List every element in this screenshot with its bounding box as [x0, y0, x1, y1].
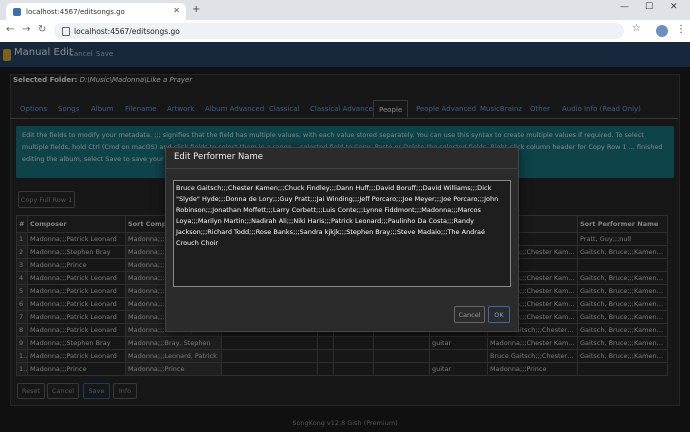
performer-name-textarea[interactable]: Bruce Gaitsch;;;Chester Kamen;;;Chuck Fi…	[173, 180, 511, 287]
site-info-icon[interactable]	[62, 27, 70, 36]
reload-icon[interactable]: ↻	[38, 24, 46, 35]
dialog-cancel-button[interactable]: Cancel	[454, 306, 485, 323]
browser-tab-title: localhost:4567/editsongs.go	[26, 7, 125, 16]
close-tab-icon[interactable]: ✕	[173, 6, 180, 15]
profile-avatar-icon[interactable]	[656, 25, 668, 37]
favicon-icon	[13, 8, 21, 16]
browser-tab[interactable]: localhost:4567/editsongs.go ✕	[6, 3, 186, 20]
dialog-divider	[165, 168, 517, 169]
dialog-ok-button[interactable]: OK	[488, 306, 510, 323]
maximize-icon[interactable]: ☐	[645, 2, 653, 12]
browser-tab-strip: localhost:4567/editsongs.go ✕ + — ☐ ✕	[0, 0, 690, 20]
minimize-icon[interactable]: —	[620, 2, 629, 12]
url-text: localhost:4567/editsongs.go	[74, 26, 180, 36]
forward-icon[interactable]: →	[22, 24, 30, 35]
close-window-icon[interactable]: ✕	[670, 2, 678, 12]
bookmark-star-icon[interactable]: ☆	[632, 23, 641, 34]
dialog-title: Edit Performer Name	[174, 152, 264, 162]
new-tab-icon[interactable]: +	[192, 4, 200, 15]
back-icon[interactable]: ←	[6, 24, 14, 35]
browser-menu-icon[interactable]: ⋮	[676, 24, 686, 35]
url-field[interactable]: localhost:4567/editsongs.go	[54, 23, 624, 39]
address-bar-row: ← → ↻ localhost:4567/editsongs.go ☆ ⋮	[0, 20, 690, 43]
